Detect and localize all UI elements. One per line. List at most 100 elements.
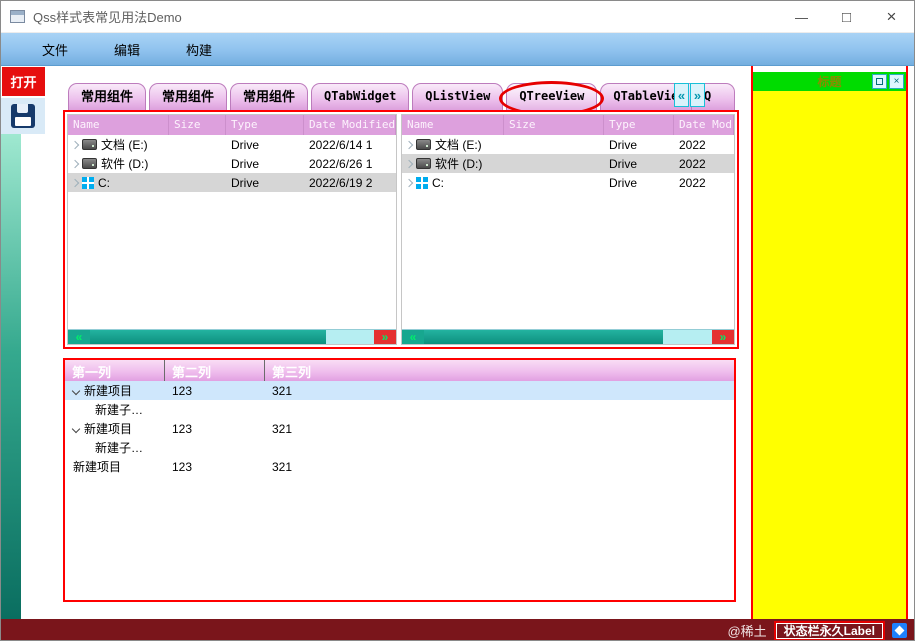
row-label: 软件 (D:) [435, 157, 483, 171]
header-cell-col1[interactable]: 第一列 [65, 360, 165, 381]
item-cell: 新建项目 [65, 381, 165, 400]
branch-chevron-icon[interactable] [70, 159, 80, 168]
header-cell-col3[interactable]: 第三列 [265, 360, 734, 381]
header-cell-size[interactable]: Size [169, 115, 226, 135]
tree-row[interactable]: 新建子… [65, 438, 734, 457]
size-cell [169, 154, 226, 173]
maximize-button[interactable]: □ [824, 1, 869, 33]
tab-bar: 常用组件 常用组件 常用组件 QTabWidget QListView QTre… [63, 77, 739, 116]
drive-icon [82, 158, 97, 169]
row-label: 文档 (E:) [435, 138, 482, 152]
tree-row-selected[interactable]: 新建项目 123 321 [65, 381, 734, 400]
window-title: Qss样式表常见用法Demo [33, 10, 182, 25]
tab-qlistview[interactable]: QListView [412, 83, 504, 110]
menu-item-file[interactable]: 文件 [19, 34, 91, 65]
name-cell: C: [68, 173, 169, 192]
tab-common-widgets-2[interactable]: 常用组件 [149, 83, 228, 110]
scroll-handle[interactable] [424, 330, 664, 344]
dock-buttons: × [872, 74, 904, 89]
scroll-track[interactable] [424, 330, 712, 344]
tab-qtreeview[interactable]: QTreeView [499, 81, 605, 116]
app-icon [10, 10, 25, 23]
tab-scroll-left-button[interactable]: « [674, 83, 689, 107]
header-cell-size[interactable]: Size [504, 115, 604, 135]
drive-icon [416, 158, 431, 169]
status-permanent-label: 状态栏永久Label [773, 620, 886, 640]
value-cell: 321 [272, 383, 293, 398]
row-label: 新建子… [95, 403, 144, 417]
tab-common-widgets-1[interactable]: 常用组件 [68, 83, 147, 110]
branch-chevron-icon[interactable] [70, 178, 80, 187]
value-cell: 321 [272, 421, 293, 436]
lower-tree-header: 第一列 第二列 第三列 [65, 360, 734, 381]
dock-panel: 标题 × [751, 66, 908, 619]
menu-bar: 文件 编辑 构建 [1, 33, 914, 66]
menu-item-edit[interactable]: 编辑 [91, 34, 163, 65]
size-cell [169, 135, 226, 154]
tree-row[interactable]: 新建子… [65, 400, 734, 419]
name-cell: 软件 (D:) [68, 154, 169, 173]
minimize-button[interactable]: — [779, 1, 824, 33]
scroll-track[interactable] [90, 330, 374, 344]
header-cell-type[interactable]: Type [604, 115, 674, 135]
column-header: Name Size Type Date Modified [68, 115, 396, 135]
branch-chevron-icon[interactable] [404, 159, 414, 168]
scroll-left-button[interactable]: « [402, 330, 424, 344]
branch-chevron-icon[interactable] [70, 140, 80, 149]
name-cell: 文档 (E:) [68, 135, 169, 154]
app-window: Qss样式表常见用法Demo — □ × 文件 编辑 构建 打开 常用组件 常用… [0, 0, 915, 641]
scroll-right-button[interactable]: » [712, 330, 734, 344]
dock-titlebar[interactable]: 标题 × [753, 72, 906, 91]
save-icon [11, 104, 35, 128]
tree-row[interactable]: 软件 (D:) Drive 2022/6/26 1 [68, 154, 396, 173]
size-cell [169, 173, 226, 192]
tab-scroll-right-button[interactable]: » [690, 83, 705, 107]
drive-icon [82, 139, 97, 150]
juejin-logo-icon [892, 623, 907, 638]
scroll-handle[interactable] [90, 330, 326, 344]
tree-row-selected[interactable]: 软件 (D:) Drive 2022 [402, 154, 734, 173]
scroll-right-button[interactable]: » [374, 330, 396, 344]
tab-qtabwidget[interactable]: QTabWidget [311, 83, 410, 110]
header-cell-name[interactable]: Name [402, 115, 504, 135]
value-cell: 123 [172, 459, 193, 474]
header-cell-col2[interactable]: 第二列 [165, 360, 265, 381]
tree-empty-area [402, 192, 734, 329]
float-icon [876, 78, 883, 85]
scroll-left-button[interactable]: « [68, 330, 90, 344]
header-cell-type[interactable]: Type [226, 115, 304, 135]
header-cell-name[interactable]: Name [68, 115, 169, 135]
tree-view-right: Name Size Type Date Modified 文档 (E:) Dri… [401, 114, 735, 345]
dock-float-button[interactable] [872, 74, 887, 89]
toolbar-strip [1, 134, 21, 619]
row-label: 文档 (E:) [101, 138, 148, 152]
tree-row[interactable]: 文档 (E:) Drive 2022 [402, 135, 734, 154]
tree-row[interactable]: 新建项目 123 321 [65, 419, 734, 438]
item-cell: 新建子… [65, 400, 165, 419]
branch-expanded-icon[interactable] [71, 424, 81, 433]
size-cell [504, 173, 604, 192]
header-cell-date[interactable]: Date Modified [674, 115, 734, 135]
save-button[interactable] [1, 98, 45, 134]
tree-row-selected[interactable]: C: Drive 2022/6/19 2 [68, 173, 396, 192]
tab-scrollers: « » [674, 83, 705, 107]
type-cell: Drive [609, 175, 638, 190]
dock-close-button[interactable]: × [889, 74, 904, 89]
open-button[interactable]: 打开 [2, 67, 45, 96]
header-cell-date[interactable]: Date Modified [304, 115, 396, 135]
date-cell: 2022 [679, 137, 706, 152]
branch-chevron-icon[interactable] [404, 178, 414, 187]
horizontal-scrollbar: « » [402, 329, 734, 344]
menu-item-build[interactable]: 构建 [163, 34, 235, 65]
tree-row[interactable]: 文档 (E:) Drive 2022/6/14 1 [68, 135, 396, 154]
tree-row[interactable]: 新建项目 123 321 [65, 457, 734, 476]
tab-common-widgets-3[interactable]: 常用组件 [230, 83, 309, 110]
close-button[interactable]: × [869, 1, 914, 33]
branch-chevron-icon[interactable] [404, 140, 414, 149]
size-cell [504, 135, 604, 154]
type-cell: Drive [609, 156, 638, 171]
tree-row[interactable]: C: Drive 2022 [402, 173, 734, 192]
branch-expanded-icon[interactable] [71, 386, 81, 395]
name-cell: 软件 (D:) [402, 154, 504, 173]
tree-view-left: Name Size Type Date Modified 文档 (E:) Dri… [67, 114, 397, 345]
